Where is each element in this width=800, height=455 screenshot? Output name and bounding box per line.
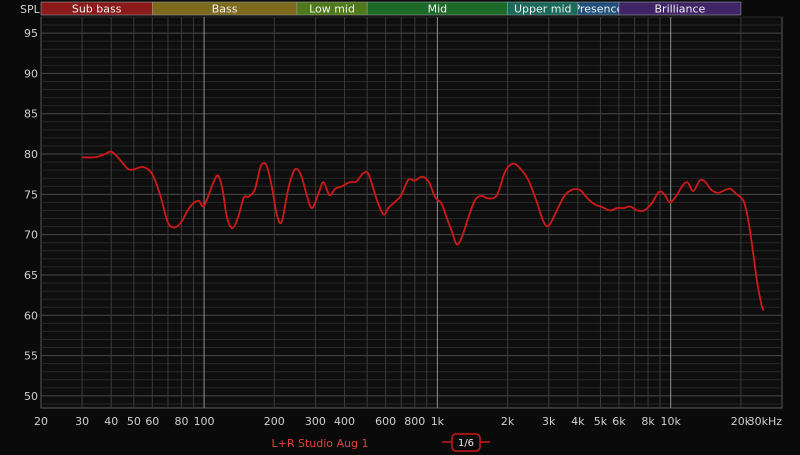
x-tick-label: 30kHz [748, 415, 783, 428]
band-upper-mid: Upper mid [507, 1, 579, 16]
y-axis-label: SPL [20, 3, 41, 16]
band-label: Low mid [309, 3, 355, 16]
x-tick-label: 20 [34, 415, 48, 428]
y-tick-label: 80 [24, 148, 38, 161]
x-tick-label: 50 [127, 415, 141, 428]
x-tick-label: 5k [594, 415, 608, 428]
band-label: Sub bass [72, 3, 122, 16]
x-tick-label: 80 [174, 415, 188, 428]
band-presence: Presence [573, 1, 623, 16]
x-tick-labels: 20 30 40 50 60 80 100 200 300 400 600 800 1k 2k 3k 4k 5k… [34, 415, 782, 428]
y-tick-label: 75 [24, 188, 38, 201]
x-tick-label: 100 [194, 415, 215, 428]
band-label: Mid [428, 3, 448, 16]
x-tick-label: 6k [612, 415, 626, 428]
smoothing-label: 1/6 [458, 438, 474, 449]
x-tick-label: 400 [334, 415, 355, 428]
y-tick-label: 65 [24, 269, 38, 282]
band-mid: Mid [366, 1, 508, 16]
x-tick-label: 8k [641, 415, 655, 428]
band-label: Upper mid [514, 3, 572, 16]
x-tick-label: 10k [660, 415, 681, 428]
x-tick-label: 3k [542, 415, 556, 428]
y-tick-label: 55 [24, 350, 38, 363]
y-tick-label: 60 [24, 309, 38, 322]
x-tick-label: 1k [431, 415, 445, 428]
x-tick-label: 2k [501, 415, 515, 428]
y-tick-label: 90 [24, 67, 38, 80]
band-bass: Bass [152, 1, 298, 16]
x-tick-label: 4k [571, 415, 585, 428]
band-brilliance: Brilliance [618, 1, 742, 16]
x-tick-label: 200 [264, 415, 285, 428]
band-label: Bass [212, 3, 238, 16]
band-label: Presence [573, 3, 623, 16]
y-tick-label: 70 [24, 229, 38, 242]
x-tick-label: 600 [375, 415, 396, 428]
band-sub-bass: Sub bass [40, 1, 153, 16]
legend: L+R Studio Aug 1 [272, 437, 369, 450]
y-tick-label: 95 [24, 27, 38, 40]
x-tick-label: 800 [404, 415, 425, 428]
y-tick-label: 85 [24, 108, 38, 121]
y-tick-label: 50 [24, 390, 38, 403]
x-tick-label: 40 [104, 415, 118, 428]
frequency-band-bar: Sub bass Bass Low mid Mid Upper mid Presence B… [40, 1, 742, 16]
spl-chart: Sub bass Bass Low mid Mid Upper mid Presence B… [0, 0, 800, 455]
band-label: Brilliance [655, 3, 706, 16]
band-low-mid: Low mid [296, 1, 368, 16]
legend-series-name: L+R Studio Aug 1 [272, 437, 369, 450]
x-tick-label: 300 [305, 415, 326, 428]
x-tick-label: 60 [145, 415, 159, 428]
x-tick-label: 30 [75, 415, 89, 428]
